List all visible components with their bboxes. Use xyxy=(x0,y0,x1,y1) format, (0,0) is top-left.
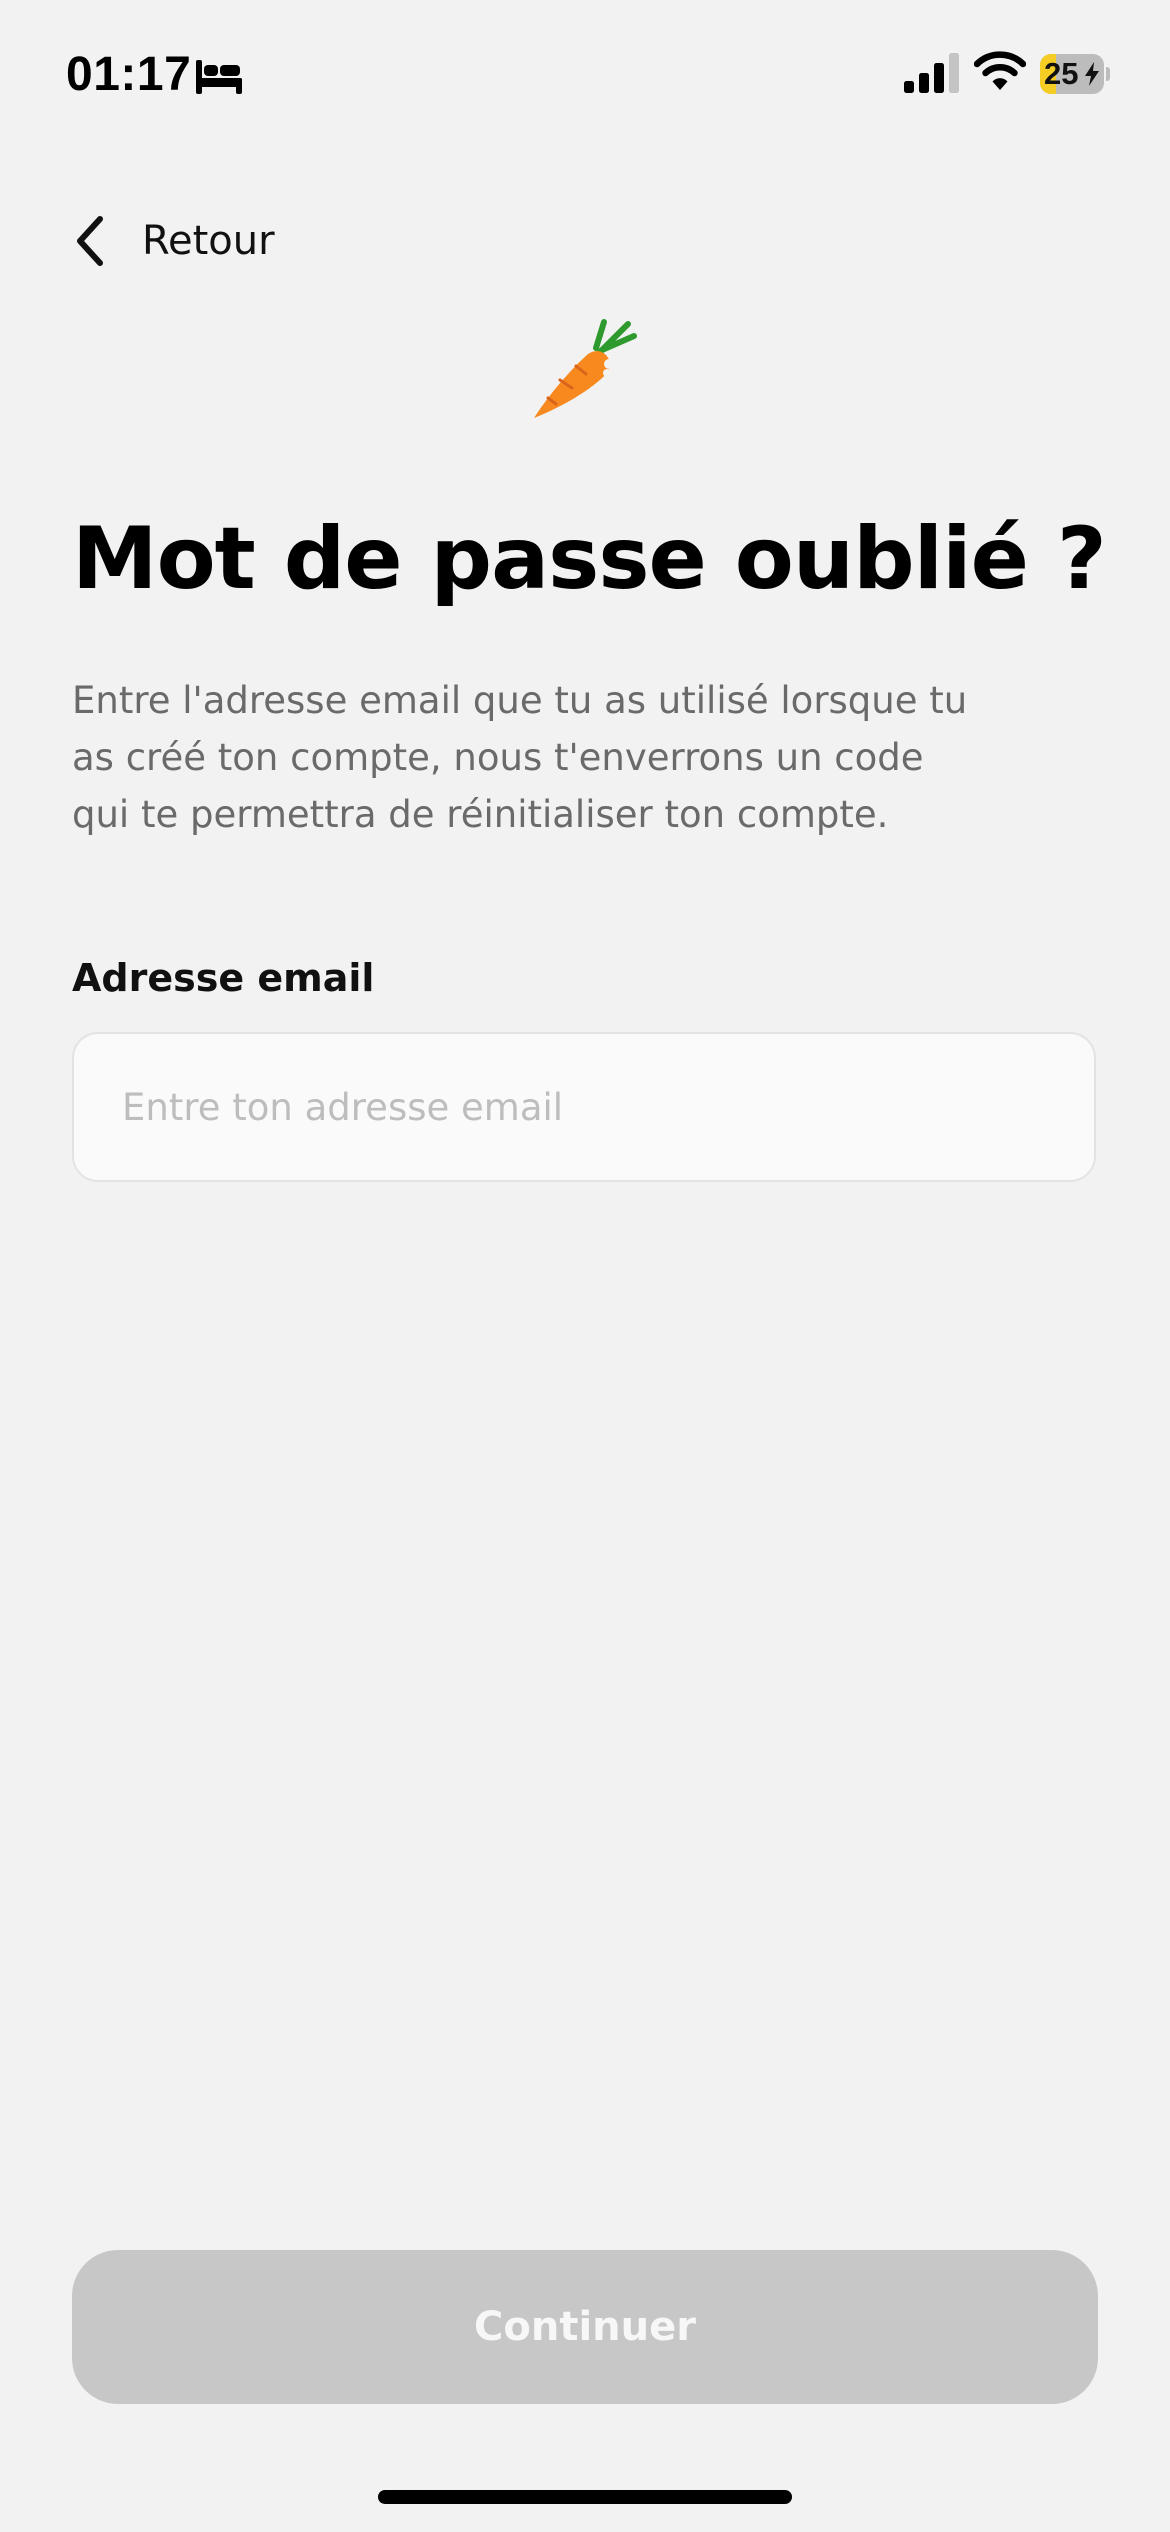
chevron-left-icon xyxy=(77,216,103,266)
page-description: Entre l'adresse email que tu as utilisé … xyxy=(72,679,968,836)
carrot-icon xyxy=(534,319,637,418)
home-indicator[interactable] xyxy=(378,2490,792,2504)
continue-button[interactable]: Continuer xyxy=(72,2250,1098,2404)
bed-icon xyxy=(196,60,242,94)
email-input[interactable] xyxy=(72,1032,1096,1182)
email-label: Adresse email xyxy=(72,956,375,1000)
wifi-icon xyxy=(974,51,1026,90)
signal-icon xyxy=(904,53,959,93)
page-title: Mot de passe oublié ? xyxy=(72,509,1107,609)
status-time: 01:17 xyxy=(66,48,192,101)
bolt-icon xyxy=(1085,62,1099,86)
back-button[interactable]: Retour xyxy=(72,208,275,274)
back-label: Retour xyxy=(142,218,275,264)
battery-icon: 25 xyxy=(1040,54,1110,94)
